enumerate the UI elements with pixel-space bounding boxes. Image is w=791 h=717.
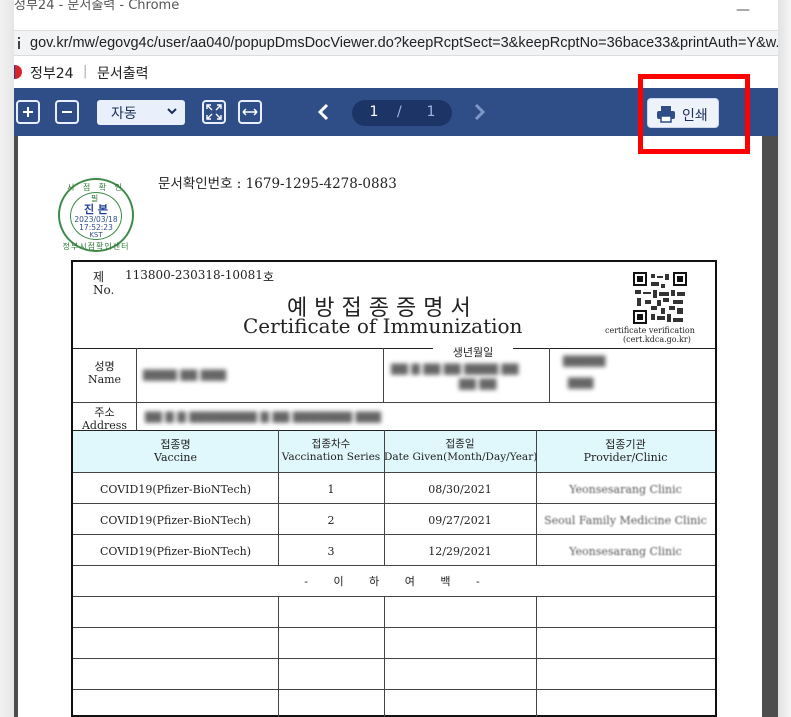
grid-line [73, 472, 715, 473]
address-label: 주소 Address [81, 406, 128, 432]
window-shadow-left [0, 0, 14, 717]
redacted-field: ▇▇▇▇▇ [563, 354, 606, 367]
blank-below-text: - 이 하 여 백 - [304, 575, 484, 588]
name-label: 성명 Name [87, 360, 122, 386]
grid-line [73, 565, 715, 566]
grid-line [73, 534, 715, 535]
authenticity-seal: 시 점 확 인 필 진 본 2023/03/18 17:52:23 KST 정부… [58, 178, 134, 252]
header-date: 접종일 Date Given(Month/Day/Year) [384, 438, 538, 463]
grid-line [73, 596, 715, 597]
row1-series: 1 [327, 483, 335, 496]
verify-text-line1: certificate verification [605, 326, 695, 335]
prev-page-button[interactable] [317, 102, 331, 126]
redacted-field: ▇▇▇ [568, 376, 594, 389]
page-title: 문서출력 [97, 66, 149, 82]
page-indicator: 1 / 1 [352, 100, 452, 126]
grid-line [73, 503, 715, 504]
seal-zone: KST [89, 231, 103, 239]
row2-vaccine: COVID19(Pfizer-BioNTech) [99, 514, 252, 527]
header-vaccine: 접종명 Vaccine [154, 438, 197, 464]
grid-line [278, 596, 279, 717]
url-text[interactable]: gov.kr/mw/egovg4c/user/aa040/popupDmsDoc… [30, 35, 778, 51]
row1-vaccine: COVID19(Pfizer-BioNTech) [99, 483, 252, 496]
document-number-label: 문서확인번호 : [158, 176, 242, 192]
gov24-logo-icon [14, 65, 22, 79]
row3-provider: Yeonsesarang Clinic [569, 545, 682, 558]
grid-line [536, 596, 537, 717]
header-series: 접종차수 Vaccination Series [281, 438, 381, 463]
row3-series: 3 [327, 545, 335, 558]
header-divider: | [83, 64, 88, 79]
browser-window: 정부24 - 문서출력 - Chrome — gov.kr/mw/egovg4c… [14, 0, 778, 717]
site-info-icon[interactable] [16, 36, 26, 50]
seal-bottom-text: 정부시점확인센터 [62, 242, 130, 251]
row1-date: 08/30/2021 [428, 483, 492, 496]
fit-page-icon [206, 104, 222, 120]
zoom-out-icon [62, 111, 72, 113]
chevron-down-icon [167, 108, 177, 115]
row1-provider: Yeonsesarang Clinic [569, 483, 682, 496]
cert-title-en: Certificate of Immunization [243, 314, 523, 338]
zoom-select[interactable]: 자동 [97, 100, 185, 125]
verify-url: (cert.kdca.go.kr) [623, 335, 691, 344]
header-provider: 접종기관 Provider/Clinic [583, 438, 668, 464]
grid-line [73, 658, 715, 659]
qr-code [633, 272, 687, 324]
highlight-box [638, 74, 750, 154]
zoom-out-button[interactable] [55, 100, 79, 124]
site-brand: 정부24 [30, 66, 74, 82]
minimize-icon[interactable]: — [736, 2, 750, 18]
address-bar[interactable]: gov.kr/mw/egovg4c/user/aa040/popupDmsDoc… [14, 30, 778, 56]
fit-width-button[interactable] [238, 100, 262, 124]
current-page-input[interactable]: 1 [367, 104, 381, 120]
window-shadow-right [778, 0, 791, 717]
grid-line [384, 596, 385, 717]
document-number-value: 1679-1295-4278-0883 [245, 176, 397, 192]
birth-label: 생년월일 [433, 346, 513, 359]
zoom-in-icon [23, 107, 33, 117]
fit-page-button[interactable] [202, 100, 226, 124]
row2-provider: Seoul Family Medicine Clinic [544, 514, 707, 527]
grid-line [73, 627, 715, 628]
birth-value-redacted: ▇▇ ▇ ▇▇ ▇▇ ▇▇▇▇ ▇▇ [391, 362, 519, 375]
zoom-in-button[interactable] [16, 100, 40, 124]
certificate-header: 제 No. 113800-230318-10081 호 예방접종증명서 Cert… [73, 262, 715, 348]
cert-ho: 호 [263, 270, 275, 284]
row3-vaccine: COVID19(Pfizer-BioNTech) [99, 545, 252, 558]
row2-series: 2 [327, 514, 335, 527]
name-value-redacted: ▇▇▇▇ ▇▇ ▇▇▇ [143, 368, 227, 381]
window-title: 정부24 - 문서출력 - Chrome [14, 0, 180, 13]
document-page: 시 점 확 인 필 진 본 2023/03/18 17:52:23 KST 정부… [18, 136, 762, 717]
row3-date: 12/29/2021 [428, 545, 492, 558]
next-page-button[interactable] [472, 102, 486, 126]
zoom-value: 자동 [111, 106, 137, 122]
next-page-icon [474, 103, 486, 121]
total-pages: 1 [426, 104, 436, 120]
address-value-redacted: ▇▇ ▇ ▇ ▇▇▇▇▇▇▇▇ ▇ ▇▇ ▇▇▇▇▇▇▇ ▇▇▇ [145, 410, 381, 423]
document-viewer[interactable]: 시 점 확 인 필 진 본 2023/03/18 17:52:23 KST 정부… [14, 136, 778, 717]
immunization-certificate: 제 No. 113800-230318-10081 호 예방접종증명서 Cert… [71, 260, 717, 717]
page-separator: / [397, 104, 402, 120]
title-bar: 정부24 - 문서출력 - Chrome — [14, 0, 778, 30]
fit-width-icon [242, 108, 258, 116]
cert-no-label-en: No. [93, 283, 115, 297]
cert-serial: 113800-230318-10081 [125, 268, 263, 282]
redacted-field: ▇▇ ▇▇ [459, 377, 497, 390]
prev-page-icon [317, 103, 329, 121]
document-number: 문서확인번호 : 1679-1295-4278-0883 [158, 172, 397, 192]
grid-line [73, 402, 715, 403]
grid-line [73, 348, 715, 349]
grid-line [383, 348, 384, 402]
grid-line [136, 348, 137, 430]
grid-line [73, 689, 715, 690]
row2-date: 09/27/2021 [428, 514, 492, 527]
grid-line [549, 348, 550, 402]
